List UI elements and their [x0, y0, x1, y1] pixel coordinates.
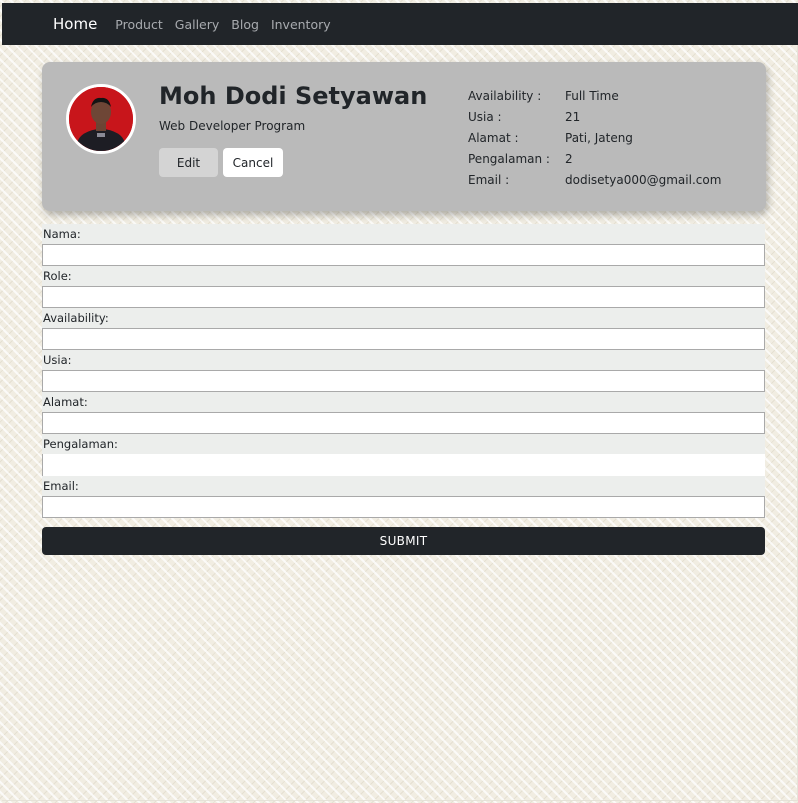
detail-value: dodisetya000@gmail.com — [565, 172, 722, 187]
profile-form: Nama: Role: Availability: Usia: Alamat: … — [42, 224, 765, 518]
email-input[interactable] — [42, 496, 765, 518]
usia-label: Usia: — [43, 353, 72, 367]
detail-usia: Usia : 21 — [468, 106, 721, 127]
detail-alamat: Alamat : Pati, Jateng — [468, 127, 721, 148]
detail-value: Pati, Jateng — [565, 130, 633, 145]
nama-label: Nama: — [43, 227, 81, 241]
nav-home-link[interactable]: Home — [53, 15, 97, 33]
pengalaman-input[interactable] — [42, 454, 765, 476]
nav-inventory-link[interactable]: Inventory — [271, 17, 331, 32]
detail-key: Usia : — [468, 109, 502, 124]
field-pengalaman: Pengalaman: — [42, 434, 765, 476]
detail-email: Email : dodisetya000@gmail.com — [468, 169, 721, 190]
edit-button[interactable]: Edit — [159, 148, 218, 177]
field-alamat: Alamat: — [42, 392, 765, 434]
nama-input[interactable] — [42, 244, 765, 266]
nav-gallery-link[interactable]: Gallery — [175, 17, 220, 32]
profile-role: Web Developer Program — [159, 119, 306, 133]
availability-input[interactable] — [42, 328, 765, 350]
role-label: Role: — [43, 269, 72, 283]
person-photo-icon — [69, 87, 133, 151]
submit-button[interactable]: SUBMIT — [42, 527, 765, 555]
detail-value: Full Time — [565, 88, 619, 103]
cancel-button[interactable]: Cancel — [223, 148, 283, 177]
detail-value: 21 — [565, 109, 581, 124]
alamat-input[interactable] — [42, 412, 765, 434]
alamat-label: Alamat: — [43, 395, 88, 409]
field-nama: Nama: — [42, 224, 765, 266]
role-input[interactable] — [42, 286, 765, 308]
detail-value: 2 — [565, 151, 573, 166]
detail-key: Availability : — [468, 88, 542, 103]
field-email: Email: — [42, 476, 765, 518]
availability-label: Availability: — [43, 311, 109, 325]
detail-pengalaman: Pengalaman : 2 — [468, 148, 721, 169]
nav-blog-link[interactable]: Blog — [231, 17, 259, 32]
field-usia: Usia: — [42, 350, 765, 392]
field-availability: Availability: — [42, 308, 765, 350]
detail-key: Alamat : — [468, 130, 519, 145]
profile-card: Moh Dodi Setyawan Web Developer Program … — [42, 62, 766, 211]
nav-product-link[interactable]: Product — [115, 17, 162, 32]
profile-details: Availability : Full Time Usia : 21 Alama… — [468, 85, 721, 190]
detail-availability: Availability : Full Time — [468, 85, 721, 106]
field-role: Role: — [42, 266, 765, 308]
profile-name: Moh Dodi Setyawan — [159, 82, 428, 110]
pengalaman-label: Pengalaman: — [43, 437, 118, 451]
email-label: Email: — [43, 479, 79, 493]
usia-input[interactable] — [42, 370, 765, 392]
navbar: Home Product Gallery Blog Inventory — [2, 3, 798, 45]
detail-key: Pengalaman : — [468, 151, 550, 166]
detail-key: Email : — [468, 172, 510, 187]
avatar — [66, 84, 136, 154]
